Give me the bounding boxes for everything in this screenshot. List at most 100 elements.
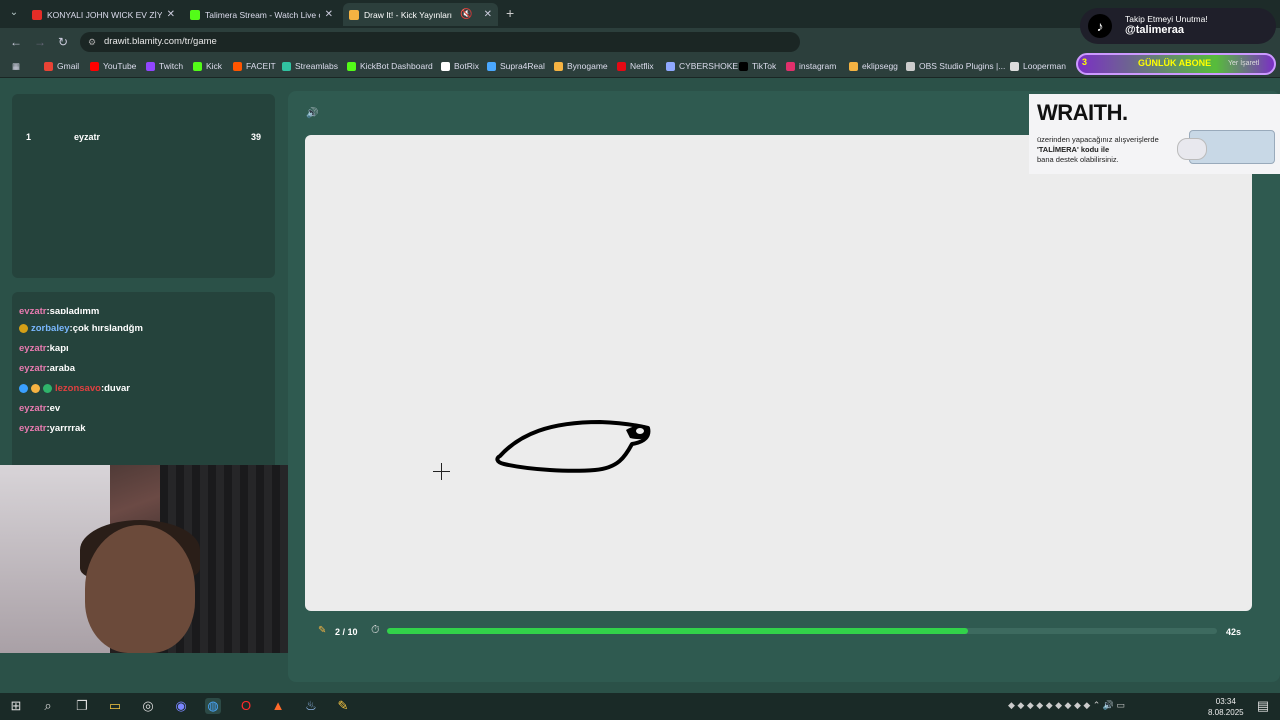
chat-message: eyzatr:araba <box>19 363 75 374</box>
badge-icon <box>19 383 28 393</box>
close-icon[interactable]: ✕ <box>167 9 175 20</box>
reload-icon[interactable]: ↻ <box>58 35 68 49</box>
chat-username[interactable]: eyzatr <box>19 423 46 434</box>
chat-username[interactable]: eyzatr <box>19 343 46 354</box>
bookmark-favicon-icon <box>617 61 626 71</box>
discord-icon[interactable]: ◉ <box>173 698 189 714</box>
chat-username[interactable]: eyzatr <box>19 403 46 414</box>
bookmark-item[interactable]: Gmail <box>44 61 79 71</box>
chat-username[interactable]: zorbaley <box>31 323 70 334</box>
apps-icon[interactable]: ▦ <box>12 61 20 72</box>
bookmark-item[interactable]: OBS Studio Plugins |... <box>906 61 1005 71</box>
task-view-icon[interactable]: ❐ <box>74 698 90 714</box>
file-explorer-icon[interactable]: ▭ <box>107 698 123 714</box>
speaker-icon[interactable]: 🔊 <box>306 108 318 119</box>
kick-icon <box>190 9 200 20</box>
bookmark-item[interactable]: TikTok <box>739 61 776 71</box>
steam-icon[interactable]: ♨ <box>303 698 319 714</box>
sub-count: 3 <box>1082 57 1088 67</box>
bookmark-item[interactable]: KickBot Dashboard <box>347 61 433 71</box>
site-info-icon[interactable]: ⚙ <box>88 32 96 52</box>
cursor-crosshair <box>433 463 450 480</box>
tab-kick[interactable]: Talimera Stream - Watch Live on Kick ✕ <box>184 3 339 26</box>
bookmark-item[interactable]: Streamlabs <box>282 61 338 71</box>
chat-message: zorbaley:çok hırslandğm <box>19 323 143 334</box>
back-icon[interactable]: ← <box>10 35 22 49</box>
system-tray-icons[interactable]: ◆ ◆ ◆ ◆ ◆ ◆ ◆ ◆ ◆ ⌃ 🔊 ▭ <box>1008 700 1125 711</box>
sponsor-ad: WRAITH. üzerinden yapacağınız alışverişl… <box>1029 94 1280 174</box>
tiktok-follow-overlay: ♪ Takip Etmeyi Unutma! @talimeraa <box>1080 8 1276 44</box>
tiktok-handle: @talimeraa <box>1125 24 1185 36</box>
sub-label: GÜNLÜK ABONE <box>1138 58 1212 68</box>
daily-sub-goal: 3 GÜNLÜK ABONE Yer İşaretl <box>1076 53 1276 75</box>
chat-message: eyzatr:yarrrrak <box>19 423 86 434</box>
bookmark-label: TikTok <box>752 61 777 71</box>
bookmark-label: instagram <box>799 61 837 71</box>
chat-text: :yarrrrak <box>46 423 86 434</box>
ad-line-1: üzerinden yapacağınız alışverişlerde <box>1037 135 1159 144</box>
bookmark-item[interactable]: Supra4Real <box>487 61 545 71</box>
bookmark-item[interactable]: BotRix <box>441 61 479 71</box>
close-icon[interactable]: ✕ <box>484 9 492 20</box>
tab-drawit[interactable]: Draw It! - Kick Yayınları İçin 🔇 ✕ <box>343 3 498 26</box>
bookmark-label: KickBot Dashboard <box>360 61 433 71</box>
clock[interactable]: 03:34 8.08.2025 <box>1208 696 1244 718</box>
close-icon[interactable]: ✕ <box>325 9 333 20</box>
bookmark-item[interactable]: CYBERSHOKE <box>666 61 738 71</box>
chat-username[interactable]: lezonsavo <box>55 383 101 394</box>
chrome-icon[interactable]: ◍ <box>205 698 221 714</box>
bookmark-label: YouTube <box>103 61 137 71</box>
bookmark-favicon-icon <box>487 61 496 71</box>
chat-text: :ev <box>46 403 61 414</box>
opera-icon[interactable]: O <box>238 698 254 714</box>
bookmark-item[interactable]: YouTube <box>90 61 136 71</box>
controller-image <box>1177 138 1207 160</box>
bookmark-hint: Yer İşaretl <box>1228 60 1260 67</box>
bookmark-item[interactable]: instagram <box>786 61 836 71</box>
brave-icon[interactable]: ▲ <box>270 698 286 714</box>
notification-icon[interactable]: ▤ <box>1255 698 1271 714</box>
mute-icon[interactable]: 🔇 <box>460 9 472 20</box>
bookmark-label: Supra4Real <box>500 61 545 71</box>
tab-youtube[interactable]: KONYALI JOHN WICK EV ZİYARETİ ✕ <box>26 3 181 26</box>
bookmark-label: Twitch <box>159 61 184 71</box>
chat-username[interactable]: eyzatr <box>19 363 46 374</box>
bookmark-item[interactable]: Looperman <box>1010 61 1066 71</box>
tab-search-icon[interactable]: ⌄ <box>6 5 22 21</box>
bookmark-favicon-icon <box>849 61 858 71</box>
bookmark-label: CYBERSHOKE <box>679 61 739 71</box>
bookmark-item[interactable]: FACEIT <box>233 61 276 71</box>
forward-icon[interactable]: → <box>34 35 46 49</box>
ad-line-3: bana destek olabilirsiniz. <box>1037 155 1119 164</box>
bookmark-item[interactable]: Netflix <box>617 61 654 71</box>
player-score: 39 <box>251 132 262 142</box>
bookmark-favicon-icon <box>146 61 155 71</box>
chat-text: :araba <box>46 363 75 374</box>
bookmark-item[interactable]: Bynogame <box>554 61 608 71</box>
url-input[interactable]: ⚙ drawit.blamity.com/tr/game <box>80 32 800 52</box>
new-tab-button[interactable]: + <box>506 5 514 21</box>
drawing-canvas[interactable] <box>305 135 1252 611</box>
bookmark-item[interactable]: eklipsegg <box>849 61 898 71</box>
bookmark-favicon-icon <box>739 61 748 71</box>
round-counter: 2 / 10 <box>335 627 358 637</box>
chat-message: lezonsavo:duvar <box>19 383 130 394</box>
bookmark-item[interactable]: Twitch <box>146 61 183 71</box>
bookmark-favicon-icon <box>554 61 563 71</box>
player-name: eyzatr <box>74 132 101 142</box>
webcam-feed <box>0 465 302 653</box>
bookmark-label: Netflix <box>630 61 654 71</box>
start-icon[interactable]: ⊞ <box>8 698 24 714</box>
chat-text: :kapı <box>46 343 69 354</box>
bookmark-item[interactable]: Kick <box>193 61 222 71</box>
chat-username[interactable]: eyzatr <box>19 306 46 314</box>
clock-time: 03:34 <box>1215 697 1236 706</box>
bookmark-label: Looperman <box>1023 61 1067 71</box>
steam-like-icon[interactable]: ◎ <box>140 698 156 714</box>
tiktok-icon: ♪ <box>1088 14 1112 38</box>
search-icon[interactable]: ⌕ <box>40 698 56 714</box>
youtube-icon <box>32 9 42 20</box>
app-icon[interactable]: ✎ <box>335 698 351 714</box>
bookmark-label: FACEIT <box>246 61 276 71</box>
bookmark-favicon-icon <box>347 61 356 71</box>
